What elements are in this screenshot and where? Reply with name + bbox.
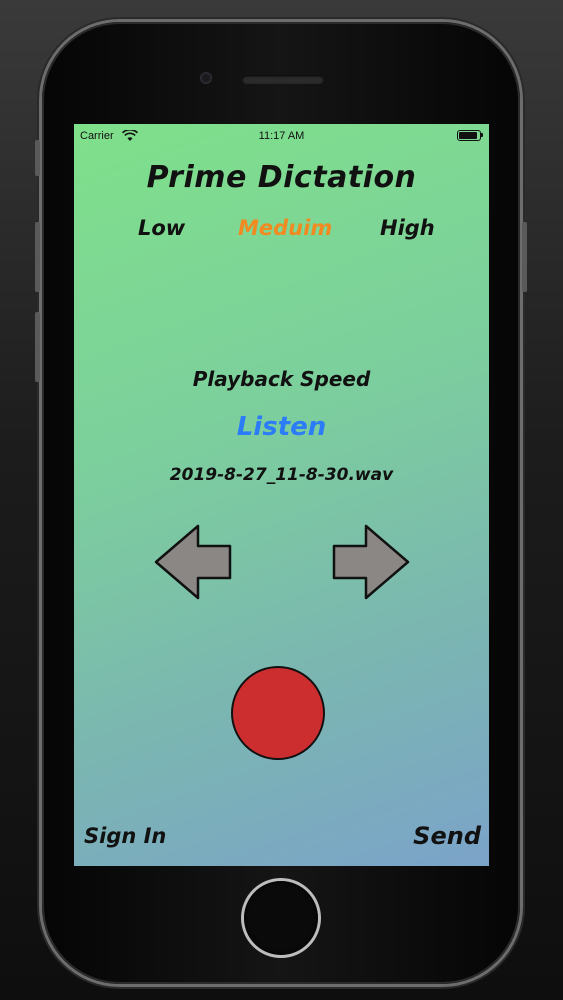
phone-frame: Carrier 11:17 AM Prime Dictation Low Med… (35, 22, 527, 984)
arrow-right-icon[interactable] (330, 524, 410, 600)
sign-in-button[interactable]: Sign In (84, 824, 166, 848)
record-button[interactable] (231, 666, 325, 760)
speed-medium-option[interactable]: Meduim (238, 216, 332, 240)
battery-icon (457, 130, 483, 141)
status-time: 11:17 AM (258, 130, 305, 142)
send-button[interactable]: Send (413, 822, 481, 850)
recording-filename: 2019-8-27_11-8-30.wav (169, 465, 394, 485)
listen-button[interactable]: Listen (74, 412, 489, 442)
arrow-left-icon[interactable] (154, 524, 234, 600)
earpiece-speaker (242, 75, 324, 84)
front-camera (200, 72, 212, 84)
speed-high-option[interactable]: High (380, 216, 435, 240)
volume-down-button (35, 312, 40, 382)
mute-switch (35, 140, 40, 176)
status-bar: Carrier 11:17 AM (74, 126, 489, 146)
home-button[interactable] (244, 881, 318, 955)
app-screen: Carrier 11:17 AM Prime Dictation Low Med… (74, 124, 489, 866)
power-button (522, 222, 527, 292)
speed-low-option[interactable]: Low (138, 216, 185, 240)
playback-speed-label[interactable]: Playback Speed (74, 367, 489, 391)
volume-up-button (35, 222, 40, 292)
app-title: Prime Dictation (146, 160, 417, 195)
